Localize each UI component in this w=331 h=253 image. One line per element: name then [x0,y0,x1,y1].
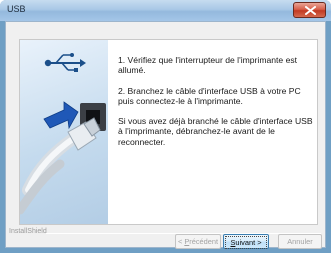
cancel-button-label: Annuler [287,237,313,246]
close-button[interactable] [293,2,326,18]
next-button[interactable]: Suivant > [223,234,269,249]
window-title: USB [7,4,26,14]
instructions-text: 1. Vérifiez que l'interrupteur de l'impr… [118,55,316,157]
blue-arrow-icon [43,101,79,130]
next-button-label: Suivant > [225,236,267,249]
close-icon [305,6,316,15]
instruction-step-1: 1. Vérifiez que l'interrupteur de l'impr… [118,55,298,76]
next-button-rest: uivant > [235,238,262,247]
instruction-step-2: 2. Branchez le câble d'interface USB à v… [118,85,301,106]
usb-icon [44,53,86,72]
content-panel: 1. Vérifiez que l'interrupteur de l'impr… [19,39,318,225]
back-button-rest: récédent [189,237,219,246]
cancel-button[interactable]: Annuler [278,234,322,249]
dialog-body: 1. Vérifiez que l'interrupteur de l'impr… [5,21,326,248]
instruction-note: Si vous avez déjà branché le câble d'int… [118,116,313,147]
dialog-window: USB 1. Vérifiez que l'interrupteur de l'… [0,0,331,253]
title-bar[interactable]: USB [0,0,331,21]
back-button[interactable]: < Précédent [175,234,221,249]
usb-illustration [20,40,108,224]
installshield-label: InstallShield [9,228,47,235]
